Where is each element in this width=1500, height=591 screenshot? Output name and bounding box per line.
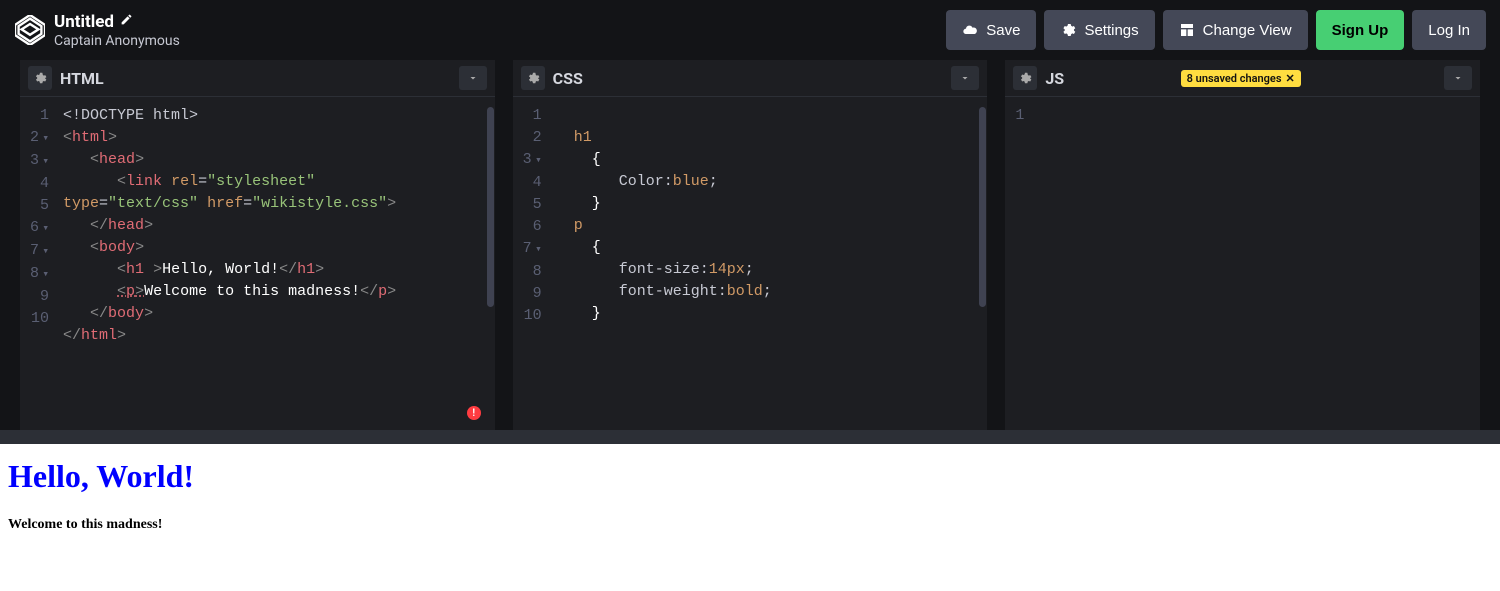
css-scrollbar[interactable] <box>979 107 986 307</box>
app-header: Untitled Captain Anonymous Save Settings… <box>0 0 1500 60</box>
pen-author[interactable]: Captain Anonymous <box>54 33 946 49</box>
edit-title-icon[interactable] <box>120 13 133 30</box>
save-button[interactable]: Save <box>946 10 1036 50</box>
html-pane-title: HTML <box>60 69 451 88</box>
preview-paragraph: Welcome to this madness! <box>8 517 1492 533</box>
js-editor[interactable]: 1 <box>1005 97 1480 430</box>
html-scrollbar[interactable] <box>487 107 494 307</box>
unsaved-changes-text: 8 unsaved changes <box>1187 72 1282 85</box>
html-pane-header: HTML <box>20 60 495 97</box>
unsaved-changes-badge[interactable]: 8 unsaved changes ✕ <box>1181 70 1301 87</box>
html-code[interactable]: <!DOCTYPE html> <html> <head> <link rel=… <box>59 97 495 430</box>
pen-title[interactable]: Untitled <box>54 12 114 32</box>
js-gutter: 1 <box>1005 97 1034 430</box>
js-pane-title: JS <box>1045 69 1172 88</box>
preview-heading: Hello, World! <box>8 458 1492 495</box>
css-editor[interactable]: 1 2 3▾ 4 5 6 7▾ 8 9 10 h1 { Color:blue; … <box>513 97 988 430</box>
signup-label: Sign Up <box>1332 22 1389 39</box>
css-gutter: 1 2 3▾ 4 5 6 7▾ 8 9 10 <box>513 97 552 430</box>
cloud-icon <box>962 22 978 38</box>
layout-icon <box>1179 22 1195 38</box>
editors-row: HTML 1 2▾ 3▾ 4 5 6▾ 7▾ 8▾ 9 10 <!DOCTYPE… <box>0 60 1500 430</box>
close-icon[interactable]: ✕ <box>1286 72 1295 85</box>
css-pane: CSS 1 2 3▾ 4 5 6 7▾ 8 9 10 h1 { Color:bl… <box>513 60 988 430</box>
css-pane-header: CSS <box>513 60 988 97</box>
html-gutter: 1 2▾ 3▾ 4 5 6▾ 7▾ 8▾ 9 10 <box>20 97 59 430</box>
settings-label: Settings <box>1084 22 1138 39</box>
gear-icon <box>1060 22 1076 38</box>
html-settings-button[interactable] <box>28 66 52 90</box>
toolbar: Save Settings Change View Sign Up Log In <box>946 10 1486 50</box>
settings-button[interactable]: Settings <box>1044 10 1154 50</box>
js-settings-button[interactable] <box>1013 66 1037 90</box>
save-label: Save <box>986 22 1020 39</box>
login-label: Log In <box>1428 22 1470 39</box>
html-pane-menu-button[interactable] <box>459 66 487 90</box>
pane-divider[interactable] <box>0 430 1500 444</box>
js-pane: JS 8 unsaved changes ✕ 1 <box>1005 60 1480 430</box>
html-editor[interactable]: 1 2▾ 3▾ 4 5 6▾ 7▾ 8▾ 9 10 <!DOCTYPE html… <box>20 97 495 430</box>
change-view-button[interactable]: Change View <box>1163 10 1308 50</box>
js-code[interactable] <box>1034 97 1480 430</box>
title-block: Untitled Captain Anonymous <box>54 12 946 49</box>
html-error-icon[interactable]: ! <box>467 406 481 420</box>
css-settings-button[interactable] <box>521 66 545 90</box>
login-button[interactable]: Log In <box>1412 10 1486 50</box>
output-preview[interactable]: Hello, World! Welcome to this madness! <box>0 444 1500 591</box>
html-pane: HTML 1 2▾ 3▾ 4 5 6▾ 7▾ 8▾ 9 10 <!DOCTYPE… <box>20 60 495 430</box>
signup-button[interactable]: Sign Up <box>1316 10 1405 50</box>
change-view-label: Change View <box>1203 22 1292 39</box>
js-pane-menu-button[interactable] <box>1444 66 1472 90</box>
css-pane-title: CSS <box>553 69 944 88</box>
codepen-logo-icon[interactable] <box>14 14 46 46</box>
css-code[interactable]: h1 { Color:blue; } p { font-size:14px; f… <box>552 97 988 430</box>
js-pane-header: JS 8 unsaved changes ✕ <box>1005 60 1480 97</box>
css-pane-menu-button[interactable] <box>951 66 979 90</box>
